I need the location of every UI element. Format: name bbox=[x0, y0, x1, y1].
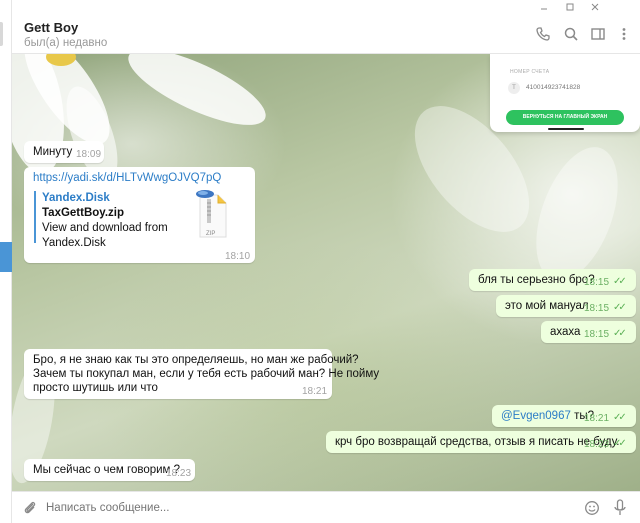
contact-status: был(а) недавно bbox=[24, 37, 108, 49]
message-text: Мы сейчас о чем говорим ? bbox=[33, 464, 181, 476]
message-time: 18:09 bbox=[76, 149, 102, 160]
zip-badge: ZIP bbox=[206, 231, 216, 237]
message-text-line-2: Зачем ты покупал ман, если у тебя есть р… bbox=[33, 368, 380, 380]
attach-icon[interactable] bbox=[22, 500, 38, 519]
message-text: крч бро возвращай средства, отзыв я писа… bbox=[335, 436, 620, 448]
message-link[interactable]: https://yadi.sk/d/HLTvWwgOJVQ7pQ bbox=[33, 171, 221, 186]
message-text-line-1: Бро, я не знаю как ты это определяешь, н… bbox=[33, 354, 359, 366]
microphone-icon[interactable] bbox=[612, 499, 628, 520]
account-number-label: НОМЕР СЧЕТА bbox=[510, 69, 550, 75]
message-incoming-link[interactable]: https://yadi.sk/d/HLTvWwgOJVQ7pQ Yandex.… bbox=[24, 167, 255, 263]
emoji-icon[interactable] bbox=[584, 500, 600, 519]
account-number: 410014923741828 bbox=[526, 84, 581, 91]
phone-call-icon[interactable] bbox=[535, 26, 551, 42]
message-text: это мой мануал bbox=[505, 300, 589, 312]
message-text: ахаха bbox=[550, 326, 581, 338]
wallpaper-phone-card: НОМЕР СЧЕТА T 410014923741828 ВЕРНУТЬСЯ … bbox=[490, 54, 640, 132]
close-icon[interactable] bbox=[590, 2, 600, 15]
message-outgoing[interactable]: это мой мануал 18:15 ✓✓ bbox=[496, 295, 636, 317]
message-time: 18:15 bbox=[584, 277, 610, 288]
message-time: 18:23 bbox=[166, 468, 192, 479]
message-incoming[interactable]: Минуту 18:09 bbox=[24, 141, 104, 163]
message-text-line-3: просто шутишь или что bbox=[33, 382, 158, 394]
message-text: @Evgen0967 ты? bbox=[501, 409, 594, 424]
zip-file-icon: ZIP bbox=[192, 189, 232, 241]
message-incoming[interactable]: Мы сейчас о чем говорим ? 18:23 bbox=[24, 459, 195, 481]
sidebar-toggle-icon[interactable] bbox=[590, 26, 606, 42]
message-text: Минуту bbox=[33, 146, 73, 158]
chat-header: Gett Boy был(а) недавно bbox=[12, 0, 640, 54]
message-time: 18:10 bbox=[225, 251, 251, 262]
read-checkmarks-icon: ✓✓ bbox=[613, 276, 627, 287]
read-checkmarks-icon: ✓✓ bbox=[613, 302, 627, 313]
search-icon[interactable] bbox=[563, 26, 579, 42]
minimize-icon[interactable] bbox=[539, 2, 549, 15]
message-input[interactable] bbox=[46, 498, 566, 518]
chat-area[interactable]: НОМЕР СЧЕТА T 410014923741828 ВЕРНУТЬСЯ … bbox=[12, 54, 640, 491]
message-time: 18:15 bbox=[584, 303, 610, 314]
message-incoming[interactable]: Бро, я не знаю как ты это определяешь, н… bbox=[24, 349, 379, 399]
home-indicator-bar bbox=[548, 128, 584, 130]
user-mention[interactable]: @Evgen0967 bbox=[501, 410, 571, 422]
read-checkmarks-icon: ✓✓ bbox=[613, 412, 627, 423]
read-checkmarks-icon: ✓✓ bbox=[613, 328, 627, 339]
selected-chat-indicator[interactable] bbox=[0, 242, 12, 272]
message-outgoing[interactable]: @Evgen0967 ты? 18:21 ✓✓ bbox=[492, 405, 636, 427]
message-text: бля ты серьезно бро? bbox=[478, 274, 595, 286]
chat-list-strip[interactable] bbox=[0, 0, 12, 523]
account-letter-icon: T bbox=[508, 82, 520, 94]
wallpaper-petal bbox=[119, 54, 275, 140]
chat-list-edge bbox=[0, 22, 3, 46]
message-time: 18:21 bbox=[302, 386, 328, 397]
message-composer bbox=[12, 491, 640, 523]
return-home-button: ВЕРНУТЬСЯ НА ГЛАВНЫЙ ЭКРАН bbox=[506, 110, 624, 125]
message-outgoing[interactable]: крч бро возвращай средства, отзыв я писа… bbox=[326, 431, 636, 453]
read-checkmarks-icon: ✓✓ bbox=[613, 438, 627, 449]
maximize-icon[interactable] bbox=[565, 2, 575, 15]
message-time: 18:21 bbox=[584, 413, 610, 424]
message-outgoing[interactable]: бля ты серьезно бро? 18:15 ✓✓ bbox=[469, 269, 636, 291]
message-outgoing[interactable]: ахаха 18:15 ✓✓ bbox=[541, 321, 636, 343]
contact-name[interactable]: Gett Boy bbox=[24, 20, 78, 35]
message-time: 18:23 bbox=[584, 439, 610, 450]
more-menu-icon[interactable] bbox=[616, 26, 632, 42]
message-time: 18:15 bbox=[584, 329, 610, 340]
